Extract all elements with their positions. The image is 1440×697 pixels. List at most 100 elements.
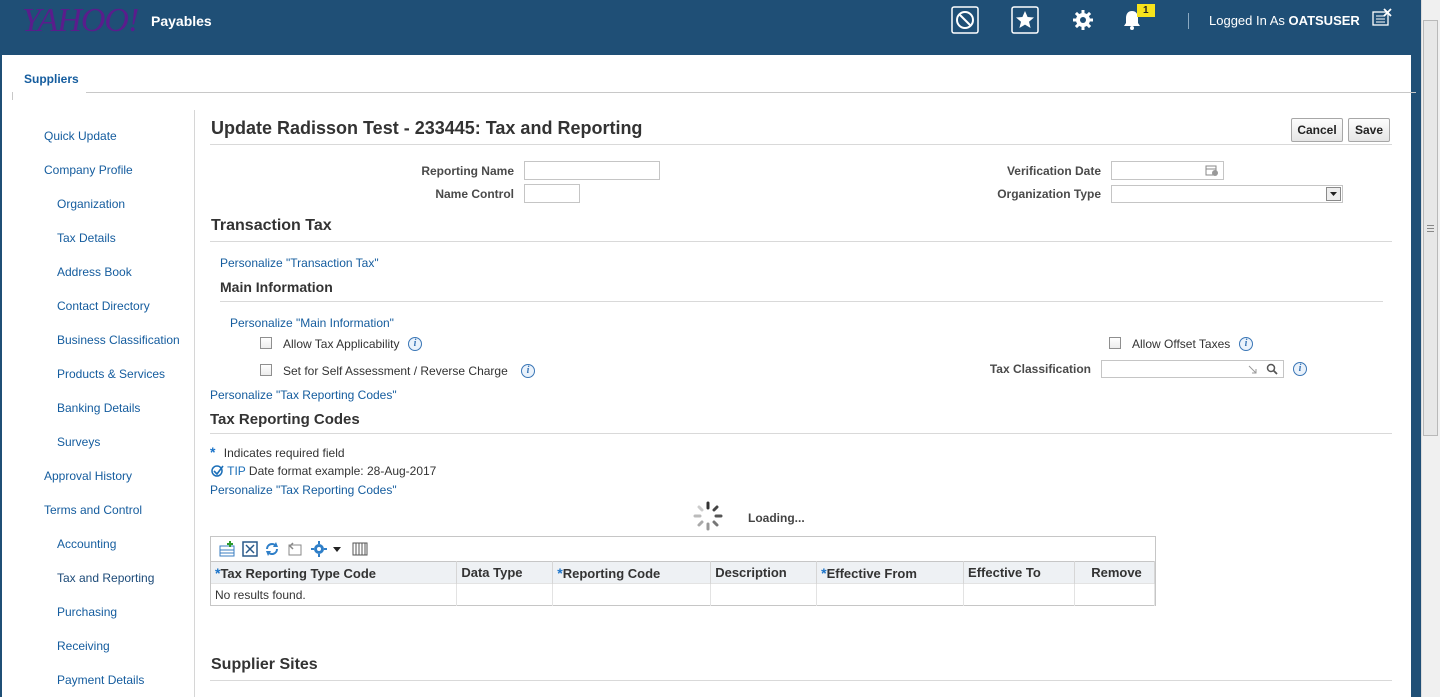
tax-classification-label: Tax Classification [989,362,1091,376]
tip-text: Date format example: 28-Aug-2017 [248,464,437,478]
close-window-icon[interactable] [1372,8,1392,28]
table-cell [552,583,712,606]
sidebar-item-purchasing[interactable]: Purchasing [57,605,117,619]
column-header-label: Data Type [461,565,523,580]
organization-type-select[interactable] [1111,185,1343,203]
sidebar-item-address-book[interactable]: Address Book [57,265,132,279]
info-icon[interactable]: i [1293,362,1307,376]
column-header-label: Remove [1091,565,1142,580]
allow-tax-applicability-checkbox[interactable] [260,337,272,349]
actions-menu-icon[interactable] [311,541,341,557]
column-header[interactable]: *Tax Reporting Type Code [211,561,458,584]
cancel-button[interactable]: Cancel [1291,118,1343,142]
self-assessment-checkbox[interactable] [260,364,272,376]
info-icon[interactable]: i [521,364,535,378]
sidebar-item-quick-update[interactable]: Quick Update [44,129,117,143]
logged-in-text: Logged In As OATSUSER [1209,13,1360,28]
favorites-icon[interactable] [1011,6,1039,34]
empty-results-text: No results found. [211,583,458,606]
tax-reporting-codes-divider [210,433,1392,434]
sidebar-item-banking-details[interactable]: Banking Details [57,401,140,415]
left-frame [0,55,2,697]
info-icon[interactable]: i [408,337,422,351]
table-cell [456,583,554,606]
sidebar-item-products-services[interactable]: Products & Services [57,367,165,381]
table-row: No results found. [211,583,1156,606]
self-assessment-label: Set for Self Assessment / Reverse Charge [283,364,508,378]
header-divider [1188,13,1189,29]
required-field-note: * Indicates required field [210,444,345,460]
detach-icon[interactable] [242,541,258,557]
sidebar-item-payment-details[interactable]: Payment Details [57,673,144,687]
table-cell [710,583,818,606]
table-header-row: *Tax Reporting Type Code Data Type *Repo… [211,561,1156,584]
column-header[interactable]: *Reporting Code [552,561,712,584]
tab-strip [2,55,1411,100]
sidebar-item-accounting[interactable]: Accounting [57,537,116,551]
verification-date-input[interactable] [1111,161,1224,180]
sidebar-item-approval-history[interactable]: Approval History [44,469,132,483]
app-name: Payables [151,13,212,29]
tip-note: TIP Date format example: 28-Aug-2017 [211,464,436,478]
main-information-heading: Main Information [220,279,333,295]
main-information-divider [220,301,1383,302]
tax-reporting-codes-grid: *Tax Reporting Type Code Data Type *Repo… [211,561,1156,606]
scrollbar-thumb[interactable] [1423,20,1438,436]
column-header-label: Effective To [968,565,1041,580]
brand-logo[interactable]: YAHOO! [22,2,139,40]
reporting-name-input[interactable] [524,161,660,180]
calendar-icon[interactable] [1205,164,1219,177]
sidebar-item-tax-and-reporting[interactable]: Tax and Reporting [57,571,154,585]
transaction-tax-divider [210,241,1392,242]
name-control-input[interactable] [524,184,580,203]
tax-classification-input[interactable] [1101,360,1284,378]
loading-spinner-icon [692,500,724,532]
reporting-name-label: Reporting Name [421,164,514,178]
tab-suppliers[interactable]: Suppliers [24,72,79,86]
verification-date-label: Verification Date [1006,164,1101,178]
add-row-icon[interactable] [219,541,235,557]
logged-in-prefix: Logged In As [1209,13,1285,28]
allow-offset-taxes-checkbox[interactable] [1109,337,1121,349]
watchlist-icon[interactable] [951,6,979,34]
revert-icon[interactable] [287,541,303,557]
sidebar-item-contact-directory[interactable]: Contact Directory [57,299,150,313]
personalize-tax-reporting-codes-link-2[interactable]: Personalize "Tax Reporting Codes" [210,483,397,497]
search-icon[interactable] [1266,363,1278,375]
table-cell [1074,583,1156,606]
column-header-label: Effective From [826,565,917,581]
columns-icon[interactable] [352,541,368,557]
info-icon[interactable]: i [1239,337,1253,351]
sidebar-item-receiving[interactable]: Receiving [57,639,110,653]
column-header-label: Tax Reporting Type Code [220,565,376,581]
sidebar-item-terms-and-control[interactable]: Terms and Control [44,503,142,517]
column-header[interactable]: *Effective From [816,561,965,584]
tax-reporting-codes-heading: Tax Reporting Codes [210,411,360,428]
tip-label: TIP [227,464,246,478]
table-cell [816,583,965,606]
column-header[interactable]: Description [710,561,818,584]
supplier-sites-heading: Supplier Sites [211,656,318,673]
allow-offset-taxes-label: Allow Offset Taxes [1132,337,1231,351]
column-header[interactable]: Data Type [456,561,554,584]
column-header[interactable]: Effective To [963,561,1075,584]
notification-count-badge: 1 [1137,4,1155,17]
chevron-down-icon[interactable] [1326,187,1341,201]
column-header[interactable]: Remove [1074,561,1156,584]
sidebar-item-tax-details[interactable]: Tax Details [57,231,116,245]
username: OATSUSER [1288,13,1360,28]
personalize-transaction-tax-link[interactable]: Personalize "Transaction Tax" [220,256,379,270]
personalize-main-information-link[interactable]: Personalize "Main Information" [230,316,394,330]
loading-text: Loading... [748,511,805,525]
personalize-tax-reporting-codes-link[interactable]: Personalize "Tax Reporting Codes" [210,388,397,402]
settings-icon[interactable] [1069,6,1097,34]
page-title: Update Radisson Test - 233445: Tax and R… [211,118,643,138]
sidebar: Quick Update Company Profile Organizatio… [12,110,195,697]
sidebar-item-organization[interactable]: Organization [57,197,125,211]
sidebar-item-company-profile[interactable]: Company Profile [44,163,133,177]
save-button[interactable]: Save [1348,118,1390,142]
sidebar-item-business-classification[interactable]: Business Classification [57,333,180,347]
sidebar-item-surveys[interactable]: Surveys [57,435,100,449]
tab-divider [86,92,1416,93]
refresh-icon[interactable] [264,541,280,557]
